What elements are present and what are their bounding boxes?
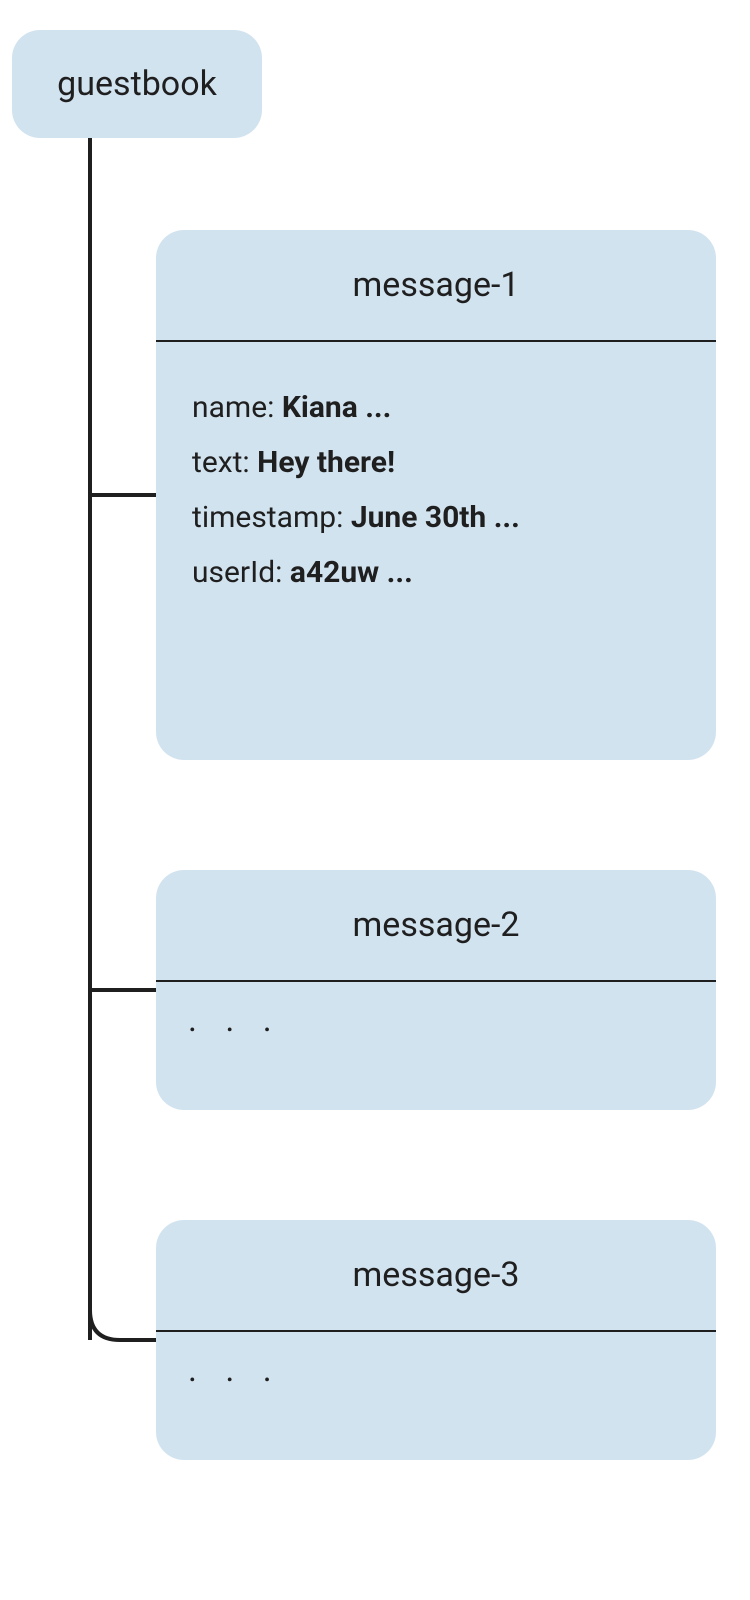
field-value: a42uw ... (290, 555, 413, 590)
field-row-name: name: Kiana ... (192, 390, 680, 425)
collection-box-guestbook: guestbook (12, 30, 262, 138)
field-value: June 30th ... (351, 500, 520, 535)
collection-label: guestbook (57, 64, 217, 104)
field-value: Hey there! (257, 445, 395, 480)
document-box-message-3: message-3 . . . (156, 1220, 716, 1460)
document-ellipsis: . . . (156, 982, 716, 1040)
diagram-canvas: guestbook message-1 name: Kiana ... text… (0, 0, 750, 1600)
field-key: text: (192, 445, 250, 480)
document-fields: name: Kiana ... text: Hey there! timesta… (156, 342, 716, 638)
document-title: message-3 (156, 1220, 716, 1332)
document-title: message-1 (156, 230, 716, 342)
field-row-timestamp: timestamp: June 30th ... (192, 500, 680, 535)
document-box-message-2: message-2 . . . (156, 870, 716, 1110)
document-ellipsis: . . . (156, 1332, 716, 1390)
field-value: Kiana ... (282, 390, 392, 425)
field-key: timestamp: (192, 500, 343, 535)
field-row-text: text: Hey there! (192, 445, 680, 480)
field-row-userid: userId: a42uw ... (192, 555, 680, 590)
document-title: message-2 (156, 870, 716, 982)
field-key: name: (192, 390, 274, 425)
document-box-message-1: message-1 name: Kiana ... text: Hey ther… (156, 230, 716, 760)
field-key: userId: (192, 555, 282, 590)
